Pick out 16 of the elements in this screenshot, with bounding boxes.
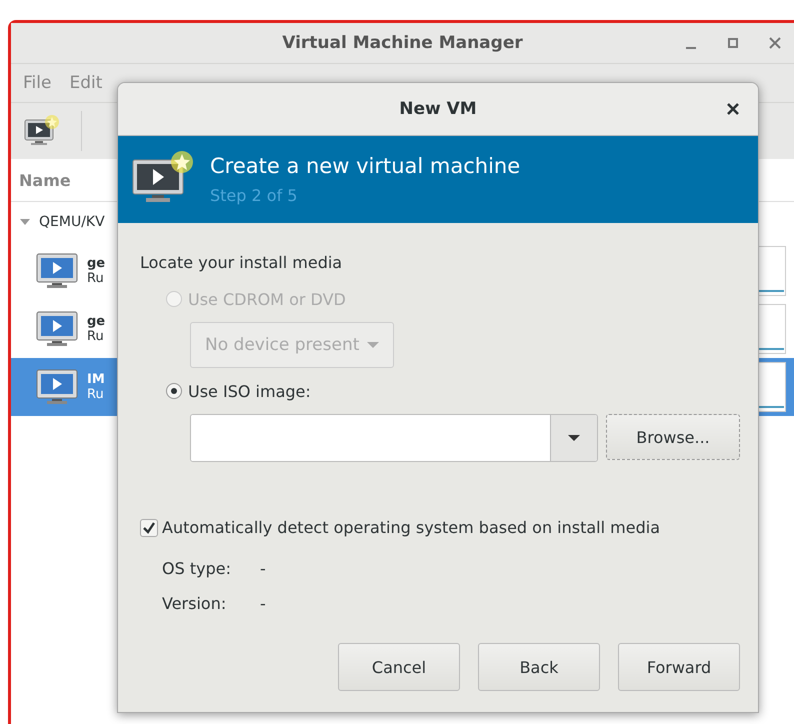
section-label: Locate your install media [140, 253, 344, 272]
field-value: - [260, 594, 267, 613]
step-label: Step 2 of 5 [210, 186, 298, 205]
vm-name: IM [87, 372, 105, 387]
header-title: Create a new virtual machine [210, 154, 520, 178]
dialog-title: New VM [399, 99, 477, 119]
vm-name: ge [87, 314, 106, 329]
vm-status: Ru [87, 271, 105, 286]
field-value: - [260, 559, 267, 578]
window-title: Virtual Machine Manager [282, 33, 523, 53]
field-label: OS type: [162, 559, 232, 578]
connection-label: QEMU/KV [39, 214, 105, 230]
vm-status: Ru [87, 387, 105, 402]
vm-name: ge [87, 256, 106, 271]
field-label: Version: [162, 594, 228, 613]
vm-status: Ru [87, 329, 105, 344]
